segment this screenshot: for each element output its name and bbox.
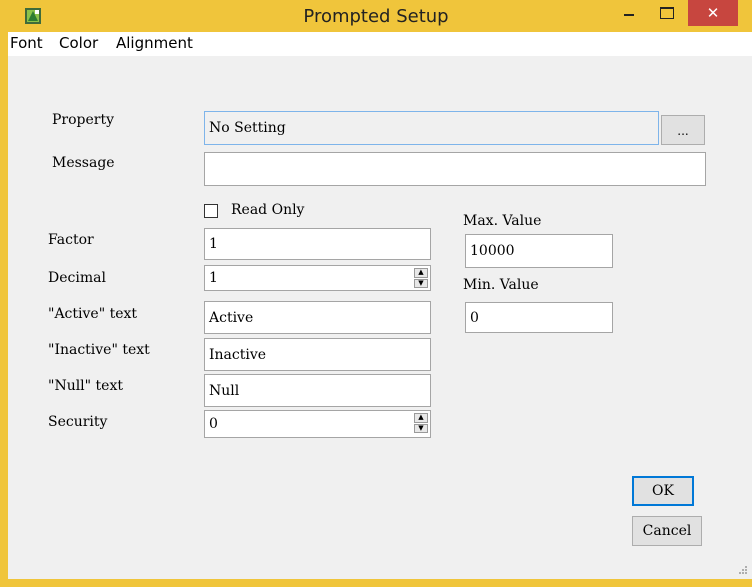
inactive-text-label: "Inactive" text (48, 342, 150, 358)
max-value-input[interactable]: 10000 (465, 234, 613, 268)
decimal-down-icon[interactable]: ▼ (414, 278, 428, 288)
null-text-input[interactable]: Null (204, 374, 431, 407)
security-up-icon[interactable]: ▲ (414, 413, 428, 423)
menu-color[interactable]: Color (59, 34, 98, 52)
menu-alignment[interactable]: Alignment (116, 34, 193, 52)
prompted-setup-window: Prompted Setup ✕ Font Color Alignment Pr… (0, 0, 752, 587)
inactive-text-input[interactable]: Inactive (204, 338, 431, 371)
close-button[interactable]: ✕ (688, 0, 738, 26)
security-spin[interactable]: ▲ ▼ (414, 413, 428, 433)
cancel-button[interactable]: Cancel (632, 516, 702, 546)
menu-font[interactable]: Font (10, 34, 43, 52)
min-value-label: Min. Value (463, 277, 539, 293)
minimize-icon (624, 14, 634, 16)
min-value-input[interactable]: 0 (465, 302, 613, 333)
factor-label: Factor (48, 232, 94, 248)
security-down-icon[interactable]: ▼ (414, 423, 428, 433)
factor-input[interactable]: 1 (204, 228, 431, 260)
browse-button[interactable]: ... (661, 115, 705, 145)
ok-button[interactable]: OK (632, 476, 694, 506)
max-value-label: Max. Value (463, 213, 542, 229)
maximize-button[interactable] (650, 0, 684, 26)
resize-grip-icon[interactable] (738, 565, 748, 575)
read-only-checkbox[interactable] (204, 204, 218, 218)
property-label: Property (52, 112, 115, 128)
security-stepper[interactable]: 0 ▲ ▼ (204, 410, 431, 438)
security-value: 0 (209, 416, 218, 432)
property-field[interactable]: No Setting (204, 111, 659, 145)
message-input[interactable] (204, 152, 706, 186)
read-only-label[interactable]: Read Only (231, 202, 304, 218)
menu-bar: Font Color Alignment (8, 32, 752, 56)
null-text-label: "Null" text (48, 378, 123, 394)
title-bar[interactable]: Prompted Setup ✕ (0, 0, 752, 32)
minimize-button[interactable] (612, 0, 646, 26)
message-label: Message (52, 155, 115, 171)
security-label: Security (48, 414, 108, 430)
decimal-spin[interactable]: ▲ ▼ (414, 268, 428, 288)
decimal-stepper[interactable]: 1 ▲ ▼ (204, 265, 431, 291)
active-text-input[interactable]: Active (204, 301, 431, 334)
active-text-label: "Active" text (48, 306, 138, 322)
maximize-icon (660, 7, 674, 19)
decimal-value: 1 (209, 270, 218, 286)
decimal-up-icon[interactable]: ▲ (414, 268, 428, 278)
decimal-label: Decimal (48, 270, 106, 286)
dialog-body: Property No Setting ... Message Read Onl… (8, 56, 752, 579)
close-icon: ✕ (706, 4, 720, 22)
